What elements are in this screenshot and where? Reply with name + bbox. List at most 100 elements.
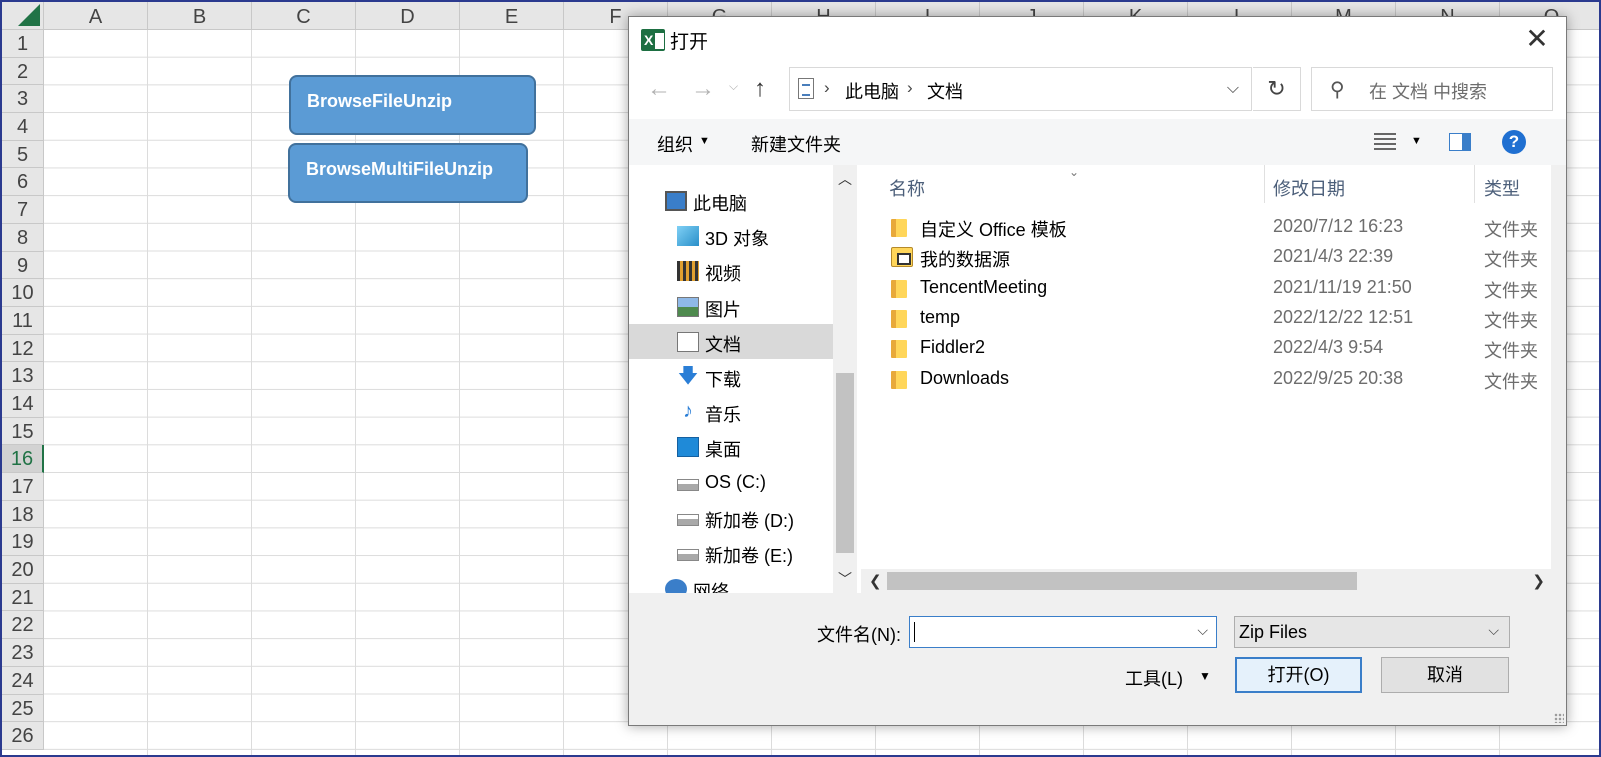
search-input[interactable]: ⚲ 在 文档 中搜索 [1311, 67, 1553, 111]
row-header[interactable]: 15 [2, 417, 44, 446]
row-header[interactable]: 10 [2, 279, 44, 307]
row-header[interactable]: 22 [2, 611, 44, 640]
row-header[interactable]: 21 [2, 583, 44, 612]
row-header[interactable]: 14 [2, 389, 44, 418]
chevron-down-icon[interactable]: ⌵ [1227, 80, 1239, 98]
scroll-up-icon[interactable]: ︿ [838, 169, 852, 189]
text-cursor [914, 622, 915, 642]
file-list[interactable]: ⌄ 名称 修改日期 类型 自定义 Office 模板 2020/7/12 16:2… [861, 165, 1551, 593]
resize-grip-icon[interactable] [1554, 713, 1564, 723]
row-header[interactable]: 6 [2, 168, 44, 197]
column-header-date[interactable]: 修改日期 [1273, 175, 1345, 205]
nav-item[interactable]: 🡇 下载 [629, 359, 833, 394]
nav-item[interactable]: 视频 [629, 253, 833, 288]
navigation-pane[interactable]: 此电脑 3D 对象 视频 图片 文档 🡇 下载 ♪ 音乐 桌面 OS (C:) 新加卷 (D:) 新加卷… [629, 165, 861, 593]
cube-icon [677, 226, 699, 246]
up-arrow-icon[interactable]: ↑ [754, 75, 766, 103]
new-folder-button[interactable]: 新建文件夹 [751, 131, 841, 157]
open-button[interactable]: 打开(O) [1235, 657, 1362, 693]
nav-item[interactable]: OS (C:) [629, 465, 833, 500]
help-icon[interactable]: ? [1502, 130, 1526, 154]
nav-item[interactable]: 图片 [629, 289, 833, 324]
folder-icon [891, 279, 907, 298]
column-header[interactable]: B [148, 2, 252, 30]
caret-down-icon[interactable]: ▼ [699, 135, 710, 147]
row-header[interactable]: 16 [2, 445, 44, 473]
organize-button[interactable]: 组织 [657, 131, 693, 157]
nav-item[interactable]: 新加卷 (D:) [629, 500, 833, 535]
refresh-button[interactable]: ↻ [1253, 67, 1301, 111]
picture-icon [677, 297, 699, 317]
nav-item[interactable]: 网络 [629, 571, 833, 593]
nav-item[interactable]: 文档 [629, 324, 833, 359]
column-header-name[interactable]: 名称 [889, 175, 925, 205]
scroll-right-icon[interactable]: ❯ [1532, 572, 1545, 590]
row-header[interactable]: 1 [2, 30, 44, 58]
close-button[interactable]: ✕ [1522, 25, 1552, 55]
browse-file-unzip-button[interactable]: BrowseFileUnzip [289, 75, 536, 135]
row-header[interactable]: 5 [2, 140, 44, 169]
recent-locations-chevron-icon[interactable]: ⌵ [729, 79, 738, 94]
column-header[interactable]: D [356, 2, 460, 30]
breadcrumb-documents[interactable]: 文档 [927, 78, 963, 104]
select-all-corner[interactable] [2, 2, 44, 30]
chevron-down-icon[interactable]: ⌵ [1197, 622, 1208, 639]
file-row[interactable]: temp 2022/12/22 12:51 文件夹 [861, 304, 1551, 334]
file-row[interactable]: 自定义 Office 模板 2020/7/12 16:23 文件夹 [861, 213, 1551, 243]
back-arrow-icon[interactable]: ← [647, 75, 671, 103]
row-header[interactable]: 19 [2, 528, 44, 557]
scroll-left-icon[interactable]: ❮ [869, 572, 882, 590]
scrollbar-thumb[interactable] [836, 373, 854, 553]
forward-arrow-icon[interactable]: → [691, 75, 715, 103]
nav-item[interactable]: 3D 对象 [629, 218, 833, 253]
column-header[interactable]: A [44, 2, 148, 30]
preview-pane-icon[interactable] [1449, 133, 1471, 151]
row-header[interactable]: 17 [2, 473, 44, 501]
row-header[interactable]: 3 [2, 85, 44, 114]
file-row[interactable]: TencentMeeting 2021/11/19 21:50 文件夹 [861, 274, 1551, 304]
caret-down-icon[interactable]: ▼ [1411, 135, 1422, 147]
row-header[interactable]: 2 [2, 57, 44, 86]
row-header[interactable]: 12 [2, 334, 44, 363]
row-header[interactable]: 11 [2, 306, 44, 335]
chevron-right-icon[interactable]: › [907, 78, 913, 98]
row-header[interactable]: 13 [2, 362, 44, 390]
row-header[interactable]: 7 [2, 196, 44, 224]
view-options-icon[interactable] [1374, 133, 1396, 151]
file-row[interactable]: 我的数据源 2021/4/3 22:39 文件夹 [861, 243, 1551, 273]
column-divider[interactable] [1264, 165, 1265, 203]
column-divider[interactable] [1474, 165, 1475, 203]
nav-pane-scrollbar[interactable]: ︿ ﹀ [833, 165, 857, 593]
column-header[interactable]: E [460, 2, 564, 30]
breadcrumb-this-pc[interactable]: 此电脑 [845, 78, 899, 104]
file-row[interactable]: Downloads 2022/9/25 20:38 文件夹 [861, 365, 1551, 395]
nav-item[interactable]: 桌面 [629, 429, 833, 464]
chevron-right-icon[interactable]: › [824, 78, 830, 98]
row-header[interactable]: 9 [2, 251, 44, 280]
column-header-type[interactable]: 类型 [1484, 175, 1520, 205]
row-header[interactable]: 25 [2, 694, 44, 723]
row-header[interactable]: 4 [2, 113, 44, 141]
row-header[interactable]: 23 [2, 639, 44, 667]
caret-down-icon[interactable]: ▼ [1199, 669, 1211, 683]
address-bar[interactable]: › 此电脑 › 文档 ⌵ [789, 67, 1252, 111]
row-header[interactable]: 24 [2, 666, 44, 695]
scrollbar-thumb[interactable] [887, 572, 1357, 590]
row-header[interactable]: 20 [2, 556, 44, 584]
tools-button[interactable]: 工具(L) [1125, 665, 1183, 691]
browse-multi-file-unzip-button[interactable]: BrowseMultiFileUnzip [288, 143, 528, 203]
row-header[interactable]: 26 [2, 722, 44, 750]
row-header[interactable]: 8 [2, 223, 44, 252]
scroll-down-icon[interactable]: ﹀ [838, 569, 852, 589]
nav-item-label: 音乐 [705, 405, 741, 425]
file-row[interactable]: Fiddler2 2022/4/3 9:54 文件夹 [861, 334, 1551, 364]
filetype-select[interactable]: Zip Files ⌵ [1234, 616, 1510, 648]
row-header[interactable]: 18 [2, 500, 44, 529]
nav-item[interactable]: ♪ 音乐 [629, 394, 833, 429]
cancel-button[interactable]: 取消 [1381, 657, 1509, 693]
horizontal-scrollbar[interactable]: ❮ ❯ [861, 569, 1551, 593]
column-header[interactable]: C [252, 2, 356, 30]
filename-input[interactable]: ⌵ [909, 616, 1217, 648]
nav-item[interactable]: 此电脑 [629, 183, 833, 218]
nav-item[interactable]: 新加卷 (E:) [629, 535, 833, 570]
